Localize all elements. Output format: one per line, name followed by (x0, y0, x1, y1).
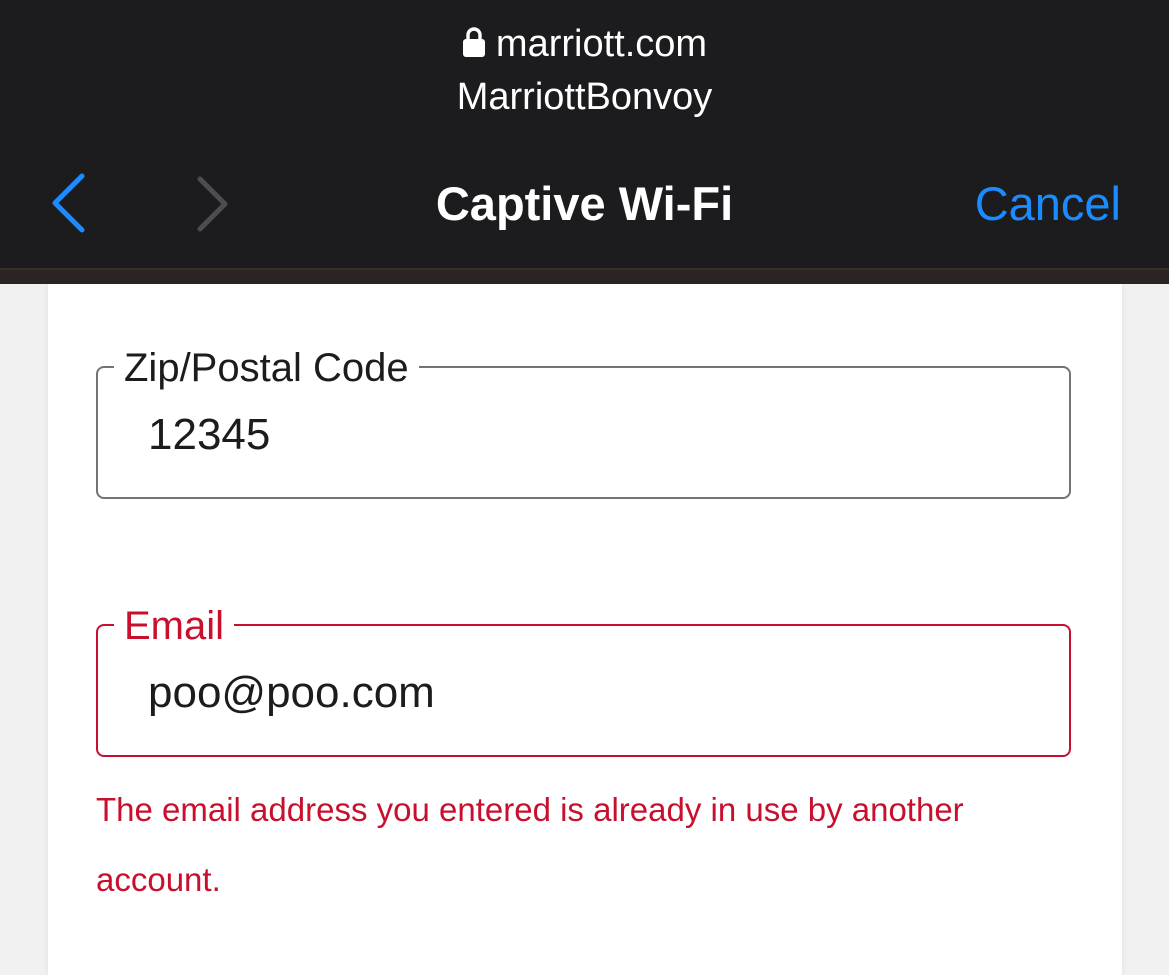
chevron-left-icon (52, 173, 85, 233)
site-title: MarriottBonvoy (456, 76, 713, 118)
cancel-button[interactable]: Cancel (975, 176, 1121, 232)
email-error-message: The email address you entered is already… (96, 791, 964, 898)
zip-label: Zip/Postal Code (114, 346, 419, 390)
browser-top-bar: marriott.com MarriottBonvoy Captive Wi-F… (0, 0, 1169, 268)
email-label: Email (114, 604, 235, 648)
email-field[interactable]: Email poo@poo.com (96, 604, 1071, 757)
form-card: Zip/Postal Code 12345 Email poo@poo.com … (48, 284, 1122, 975)
back-button[interactable] (48, 172, 88, 234)
domain-text: marriott.com (495, 23, 708, 65)
zip-field[interactable]: Zip/Postal Code 12345 (96, 346, 1071, 499)
chevron-right-icon (197, 176, 228, 232)
forward-button[interactable] (192, 175, 232, 233)
url-display[interactable]: marriott.com (0, 22, 1169, 68)
zip-input-value[interactable]: 12345 (148, 410, 270, 460)
lock-icon (462, 24, 486, 68)
email-input-value[interactable]: poo@poo.com (148, 668, 435, 718)
divider (0, 268, 1169, 284)
